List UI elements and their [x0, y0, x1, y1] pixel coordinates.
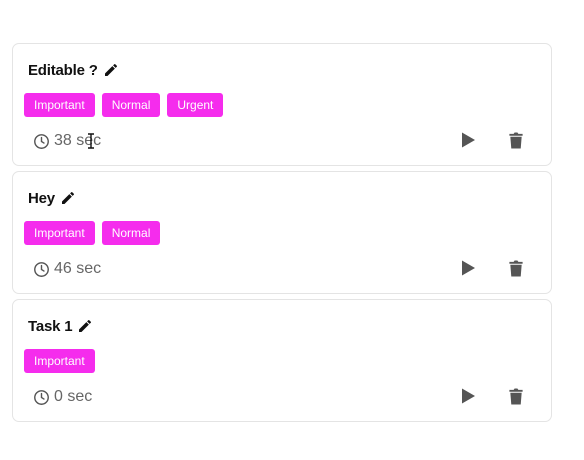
task-header: Hey	[28, 188, 76, 208]
pencil-icon[interactable]	[60, 190, 76, 206]
task-header: Task 1	[28, 316, 93, 336]
play-icon	[462, 388, 475, 404]
pencil-icon[interactable]	[103, 62, 119, 78]
tag-normal[interactable]: Normal	[101, 221, 161, 245]
play-icon	[462, 132, 475, 148]
trash-icon	[509, 387, 523, 405]
task-title: Task 1	[28, 317, 73, 335]
clock-icon	[33, 133, 50, 150]
task-header: Editable ?	[28, 60, 119, 80]
tag-list: Important Normal Urgent	[24, 93, 224, 117]
play-button[interactable]	[458, 386, 478, 406]
text-cursor-icon	[87, 133, 95, 149]
task-card: Editable ? Important Normal Urgent 38 se…	[12, 43, 552, 166]
tag-list: Important Normal	[24, 221, 161, 245]
delete-button[interactable]	[506, 258, 526, 278]
tag-normal[interactable]: Normal	[101, 93, 161, 117]
tag-important[interactable]: Important	[24, 93, 95, 117]
elapsed-time: 46 sec	[33, 259, 101, 279]
trash-icon	[509, 131, 523, 149]
play-button[interactable]	[458, 130, 478, 150]
clock-icon	[33, 389, 50, 406]
task-card: Hey Important Normal 46 sec	[12, 171, 552, 294]
clock-icon	[33, 261, 50, 278]
delete-button[interactable]	[506, 130, 526, 150]
task-title: Hey	[28, 189, 55, 207]
task-card: Task 1 Important 0 sec	[12, 299, 552, 422]
play-icon	[462, 260, 475, 276]
tag-list: Important	[24, 349, 95, 373]
tag-important[interactable]: Important	[24, 349, 95, 373]
play-button[interactable]	[458, 258, 478, 278]
trash-icon	[509, 259, 523, 277]
elapsed-time: 0 sec	[33, 387, 92, 407]
task-title: Editable ?	[28, 61, 98, 79]
time-value: 0 sec	[54, 388, 93, 405]
pencil-icon[interactable]	[77, 318, 93, 334]
time-value: 46 sec	[54, 260, 102, 277]
task-list: Editable ? Important Normal Urgent 38 se…	[12, 43, 552, 427]
tag-urgent[interactable]: Urgent	[167, 93, 224, 117]
delete-button[interactable]	[506, 386, 526, 406]
tag-important[interactable]: Important	[24, 221, 95, 245]
